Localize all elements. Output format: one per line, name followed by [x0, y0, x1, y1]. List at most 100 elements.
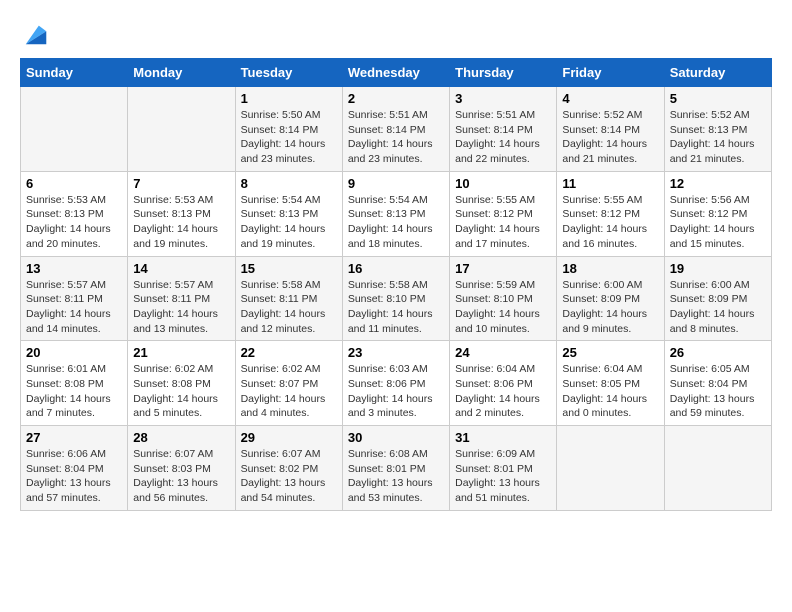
calendar-cell — [128, 87, 235, 172]
cell-content: Sunrise: 5:50 AM Sunset: 8:14 PM Dayligh… — [241, 108, 337, 167]
cell-content: Sunrise: 6:04 AM Sunset: 8:06 PM Dayligh… — [455, 362, 551, 421]
cell-content: Sunrise: 5:54 AM Sunset: 8:13 PM Dayligh… — [348, 193, 444, 252]
calendar-cell: 26 Sunrise: 6:05 AM Sunset: 8:04 PM Dayli… — [664, 341, 771, 426]
day-number: 30 — [348, 430, 444, 445]
cell-content: Sunrise: 5:57 AM Sunset: 8:11 PM Dayligh… — [133, 278, 229, 337]
day-number: 19 — [670, 261, 766, 276]
day-header-tuesday: Tuesday — [235, 59, 342, 87]
day-number: 5 — [670, 91, 766, 106]
day-number: 22 — [241, 345, 337, 360]
day-number: 26 — [670, 345, 766, 360]
cell-content: Sunrise: 5:58 AM Sunset: 8:10 PM Dayligh… — [348, 278, 444, 337]
day-number: 12 — [670, 176, 766, 191]
cell-content: Sunrise: 5:59 AM Sunset: 8:10 PM Dayligh… — [455, 278, 551, 337]
calendar-cell: 9 Sunrise: 5:54 AM Sunset: 8:13 PM Daylig… — [342, 171, 449, 256]
day-number: 13 — [26, 261, 122, 276]
cell-content: Sunrise: 6:02 AM Sunset: 8:08 PM Dayligh… — [133, 362, 229, 421]
cell-content: Sunrise: 5:53 AM Sunset: 8:13 PM Dayligh… — [133, 193, 229, 252]
calendar-cell: 24 Sunrise: 6:04 AM Sunset: 8:06 PM Dayli… — [450, 341, 557, 426]
cell-content: Sunrise: 6:06 AM Sunset: 8:04 PM Dayligh… — [26, 447, 122, 506]
calendar-cell: 27 Sunrise: 6:06 AM Sunset: 8:04 PM Dayli… — [21, 426, 128, 511]
cell-content: Sunrise: 5:53 AM Sunset: 8:13 PM Dayligh… — [26, 193, 122, 252]
calendar-cell: 5 Sunrise: 5:52 AM Sunset: 8:13 PM Daylig… — [664, 87, 771, 172]
cell-content: Sunrise: 6:09 AM Sunset: 8:01 PM Dayligh… — [455, 447, 551, 506]
cell-content: Sunrise: 6:03 AM Sunset: 8:06 PM Dayligh… — [348, 362, 444, 421]
calendar-cell: 8Sunrise: 5:54 AM Sunset: 8:13 PM Daylig… — [235, 171, 342, 256]
cell-content: Sunrise: 5:55 AM Sunset: 8:12 PM Dayligh… — [455, 193, 551, 252]
calendar-cell: 4 Sunrise: 5:52 AM Sunset: 8:14 PM Daylig… — [557, 87, 664, 172]
day-number: 29 — [241, 430, 337, 445]
week-row-4: 27 Sunrise: 6:06 AM Sunset: 8:04 PM Dayli… — [21, 426, 772, 511]
week-row-0: 1 Sunrise: 5:50 AM Sunset: 8:14 PM Daylig… — [21, 87, 772, 172]
calendar-cell — [664, 426, 771, 511]
day-number: 24 — [455, 345, 551, 360]
logo-icon — [22, 20, 50, 48]
cell-content: Sunrise: 6:07 AM Sunset: 8:02 PM Dayligh… — [241, 447, 337, 506]
day-number: 31 — [455, 430, 551, 445]
calendar-cell: 7 Sunrise: 5:53 AM Sunset: 8:13 PM Daylig… — [128, 171, 235, 256]
week-row-1: 6 Sunrise: 5:53 AM Sunset: 8:13 PM Daylig… — [21, 171, 772, 256]
cell-content: Sunrise: 6:05 AM Sunset: 8:04 PM Dayligh… — [670, 362, 766, 421]
cell-content: Sunrise: 5:51 AM Sunset: 8:14 PM Dayligh… — [348, 108, 444, 167]
day-header-friday: Friday — [557, 59, 664, 87]
day-number: 11 — [562, 176, 658, 191]
calendar-cell: 19Sunrise: 6:00 AM Sunset: 8:09 PM Dayli… — [664, 256, 771, 341]
logo — [20, 20, 50, 48]
calendar-cell — [21, 87, 128, 172]
calendar-cell: 22 Sunrise: 6:02 AM Sunset: 8:07 PM Dayli… — [235, 341, 342, 426]
day-number: 6 — [26, 176, 122, 191]
day-header-wednesday: Wednesday — [342, 59, 449, 87]
day-number: 7 — [133, 176, 229, 191]
day-number: 27 — [26, 430, 122, 445]
cell-content: Sunrise: 5:51 AM Sunset: 8:14 PM Dayligh… — [455, 108, 551, 167]
calendar-cell: 31 Sunrise: 6:09 AM Sunset: 8:01 PM Dayli… — [450, 426, 557, 511]
day-number: 25 — [562, 345, 658, 360]
week-row-3: 20Sunrise: 6:01 AM Sunset: 8:08 PM Dayli… — [21, 341, 772, 426]
week-row-2: 13 Sunrise: 5:57 AM Sunset: 8:11 PM Dayli… — [21, 256, 772, 341]
day-number: 14 — [133, 261, 229, 276]
calendar-cell: 25 Sunrise: 6:04 AM Sunset: 8:05 PM Dayli… — [557, 341, 664, 426]
day-header-saturday: Saturday — [664, 59, 771, 87]
calendar-cell: 17 Sunrise: 5:59 AM Sunset: 8:10 PM Dayli… — [450, 256, 557, 341]
day-number: 8 — [241, 176, 337, 191]
calendar-cell: 23 Sunrise: 6:03 AM Sunset: 8:06 PM Dayli… — [342, 341, 449, 426]
calendar-table: SundayMondayTuesdayWednesdayThursdayFrid… — [20, 58, 772, 511]
page-header — [20, 20, 772, 48]
calendar-cell: 29 Sunrise: 6:07 AM Sunset: 8:02 PM Dayli… — [235, 426, 342, 511]
calendar-header-row: SundayMondayTuesdayWednesdayThursdayFrid… — [21, 59, 772, 87]
cell-content: Sunrise: 5:57 AM Sunset: 8:11 PM Dayligh… — [26, 278, 122, 337]
day-header-monday: Monday — [128, 59, 235, 87]
day-number: 21 — [133, 345, 229, 360]
calendar-cell: 15 Sunrise: 5:58 AM Sunset: 8:11 PM Dayli… — [235, 256, 342, 341]
cell-content: Sunrise: 5:58 AM Sunset: 8:11 PM Dayligh… — [241, 278, 337, 337]
cell-content: Sunrise: 6:04 AM Sunset: 8:05 PM Dayligh… — [562, 362, 658, 421]
day-number: 4 — [562, 91, 658, 106]
calendar-cell: 6 Sunrise: 5:53 AM Sunset: 8:13 PM Daylig… — [21, 171, 128, 256]
calendar-cell: 14 Sunrise: 5:57 AM Sunset: 8:11 PM Dayli… — [128, 256, 235, 341]
calendar-cell: 13 Sunrise: 5:57 AM Sunset: 8:11 PM Dayli… — [21, 256, 128, 341]
day-number: 1 — [241, 91, 337, 106]
day-number: 23 — [348, 345, 444, 360]
calendar-cell: 2 Sunrise: 5:51 AM Sunset: 8:14 PM Daylig… — [342, 87, 449, 172]
cell-content: Sunrise: 5:52 AM Sunset: 8:13 PM Dayligh… — [670, 108, 766, 167]
calendar-cell: 16Sunrise: 5:58 AM Sunset: 8:10 PM Dayli… — [342, 256, 449, 341]
day-header-sunday: Sunday — [21, 59, 128, 87]
cell-content: Sunrise: 6:01 AM Sunset: 8:08 PM Dayligh… — [26, 362, 122, 421]
day-number: 9 — [348, 176, 444, 191]
calendar-cell: 12 Sunrise: 5:56 AM Sunset: 8:12 PM Dayli… — [664, 171, 771, 256]
calendar-cell: 21 Sunrise: 6:02 AM Sunset: 8:08 PM Dayli… — [128, 341, 235, 426]
cell-content: Sunrise: 5:52 AM Sunset: 8:14 PM Dayligh… — [562, 108, 658, 167]
cell-content: Sunrise: 5:56 AM Sunset: 8:12 PM Dayligh… — [670, 193, 766, 252]
day-number: 17 — [455, 261, 551, 276]
day-number: 28 — [133, 430, 229, 445]
cell-content: Sunrise: 6:00 AM Sunset: 8:09 PM Dayligh… — [562, 278, 658, 337]
calendar-cell — [557, 426, 664, 511]
day-number: 18 — [562, 261, 658, 276]
calendar-cell: 3Sunrise: 5:51 AM Sunset: 8:14 PM Daylig… — [450, 87, 557, 172]
calendar-cell: 11Sunrise: 5:55 AM Sunset: 8:12 PM Dayli… — [557, 171, 664, 256]
calendar-cell: 1 Sunrise: 5:50 AM Sunset: 8:14 PM Daylig… — [235, 87, 342, 172]
day-number: 15 — [241, 261, 337, 276]
calendar-cell: 18 Sunrise: 6:00 AM Sunset: 8:09 PM Dayli… — [557, 256, 664, 341]
cell-content: Sunrise: 6:02 AM Sunset: 8:07 PM Dayligh… — [241, 362, 337, 421]
day-number: 2 — [348, 91, 444, 106]
